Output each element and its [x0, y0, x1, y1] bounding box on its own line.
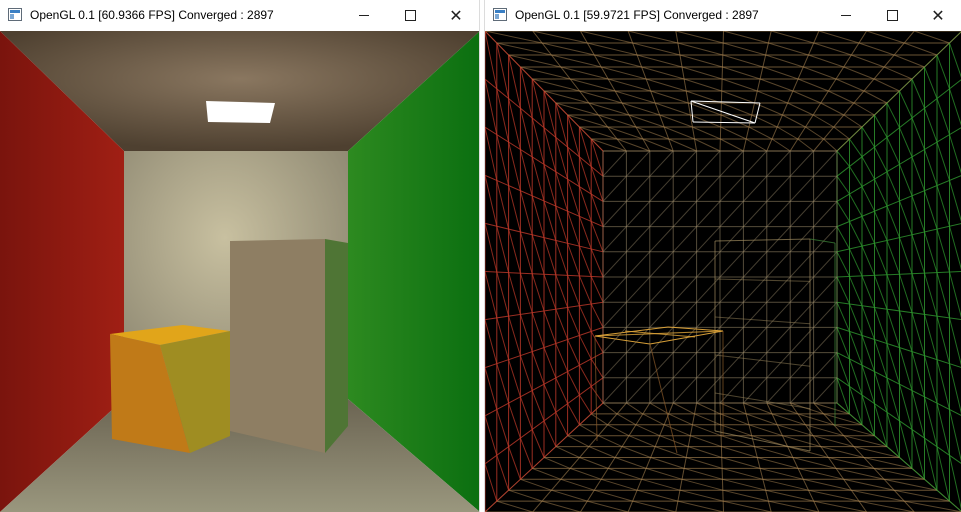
window-title: OpenGL 0.1 [59.9721 FPS] Converged : 289…	[515, 8, 759, 22]
app-icon[interactable]	[8, 8, 22, 21]
cornell-box-wireframe	[485, 31, 961, 512]
tall-box-side	[325, 239, 348, 453]
app-icon[interactable]	[493, 8, 507, 21]
minimize-button[interactable]	[823, 0, 869, 31]
minimize-icon	[359, 15, 369, 16]
minimize-icon	[841, 15, 851, 16]
ceiling-light	[206, 101, 275, 123]
maximize-button[interactable]	[387, 0, 433, 31]
window-title: OpenGL 0.1 [60.9366 FPS] Converged : 289…	[30, 8, 274, 22]
titlebar[interactable]: OpenGL 0.1 [60.9366 FPS] Converged : 289…	[0, 0, 479, 31]
cornell-box-render	[0, 31, 479, 512]
tall-box-front	[230, 239, 325, 453]
maximize-button[interactable]	[869, 0, 915, 31]
wireframe-viewport[interactable]	[485, 31, 961, 512]
maximize-icon	[404, 10, 416, 21]
render-window[interactable]: OpenGL 0.1 [60.9366 FPS] Converged : 289…	[0, 0, 480, 512]
close-icon: ✕	[931, 6, 945, 25]
render-viewport[interactable]	[0, 31, 479, 512]
wireframe-window[interactable]: OpenGL 0.1 [59.9721 FPS] Converged : 289…	[484, 0, 961, 512]
close-button[interactable]: ✕	[915, 0, 961, 31]
close-button[interactable]: ✕	[433, 0, 479, 31]
titlebar[interactable]: OpenGL 0.1 [59.9721 FPS] Converged : 289…	[485, 0, 961, 31]
close-icon: ✕	[449, 6, 463, 25]
maximize-icon	[886, 10, 898, 21]
minimize-button[interactable]	[341, 0, 387, 31]
